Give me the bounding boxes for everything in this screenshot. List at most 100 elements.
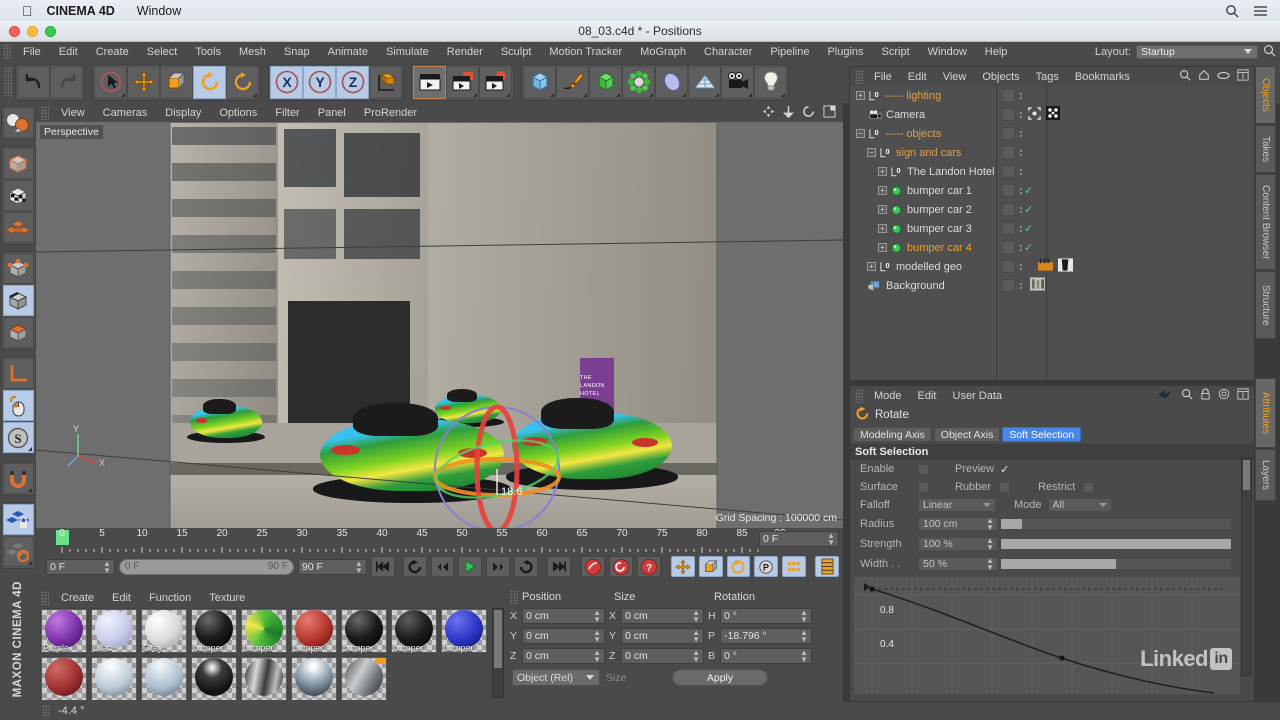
coordinate-grip-handle[interactable] bbox=[510, 590, 518, 604]
viewport-menu-panel[interactable]: Panel bbox=[309, 107, 355, 119]
menu-mesh[interactable]: Mesh bbox=[230, 46, 275, 58]
layout-dropdown[interactable]: Startup bbox=[1136, 44, 1258, 59]
material-swatch[interactable]: Lilac bbox=[90, 608, 138, 654]
stepper-icon[interactable]: ▲ ▼ bbox=[986, 557, 994, 572]
size-y-input[interactable]: 0 cm ▲ ▼ bbox=[621, 628, 704, 644]
menu-mograph[interactable]: MoGraph bbox=[631, 46, 695, 58]
expand-icon[interactable]: − bbox=[856, 129, 865, 138]
tab-object-axis[interactable]: Object Axis bbox=[933, 427, 1001, 442]
polygon-mode-icon[interactable] bbox=[2, 317, 34, 348]
rubber-checkbox[interactable] bbox=[999, 481, 1011, 493]
stepper-icon[interactable]: ▲ ▼ bbox=[827, 532, 835, 547]
lock-z-axis-button[interactable]: Z bbox=[336, 65, 369, 99]
axis-modify-icon[interactable] bbox=[2, 358, 34, 389]
rotate-gizmo[interactable]: 18.6 bbox=[427, 399, 567, 528]
expand-icon[interactable]: + bbox=[856, 91, 865, 100]
add-deformer-button[interactable] bbox=[622, 65, 655, 99]
menu-sculpt[interactable]: Sculpt bbox=[492, 46, 541, 58]
attribute-scrollbar[interactable] bbox=[1241, 458, 1252, 676]
search-icon[interactable] bbox=[1225, 4, 1239, 18]
visibility-dots[interactable] bbox=[1002, 146, 1015, 159]
menu-window[interactable]: Window bbox=[919, 46, 976, 58]
material-swatch[interactable]: bumper bbox=[240, 608, 288, 654]
object-row-objects[interactable]: − 0 ----- objects bbox=[850, 124, 1254, 143]
tag-check-icon[interactable]: ✓ bbox=[1024, 241, 1033, 254]
search-icon[interactable] bbox=[1179, 69, 1191, 84]
mode-dropdown[interactable]: All bbox=[1047, 498, 1112, 512]
material-swatch[interactable]: Grey bbox=[140, 608, 188, 654]
menu-help[interactable]: Help bbox=[976, 46, 1017, 58]
viewport-rotate-icon[interactable] bbox=[802, 105, 815, 121]
bumper-car-small-left[interactable] bbox=[187, 398, 265, 444]
side-tab-structure[interactable]: Structure bbox=[1255, 271, 1276, 339]
expand-icon[interactable] bbox=[1237, 69, 1249, 84]
stepper-icon[interactable]: ▲ ▼ bbox=[800, 629, 808, 644]
menu-simulate[interactable]: Simulate bbox=[377, 46, 438, 58]
add-light-button[interactable] bbox=[754, 65, 787, 99]
stepper-icon[interactable]: ▲ ▼ bbox=[986, 537, 994, 552]
object-row-lighting[interactable]: + 0 ----- lighting bbox=[850, 86, 1254, 105]
range-start-field[interactable]: 0 F ▲ ▼ bbox=[46, 558, 115, 575]
menu-render[interactable]: Render bbox=[438, 46, 492, 58]
viewport-3d-canvas[interactable]: THE LANDON HOTEL 18.6 Y X Perspective Gr… bbox=[36, 122, 843, 528]
strength-slider[interactable] bbox=[1000, 538, 1232, 550]
material-swatch[interactable] bbox=[140, 656, 188, 700]
menu-create[interactable]: Create bbox=[87, 46, 138, 58]
object-menu-file[interactable]: File bbox=[866, 71, 900, 83]
material-menu-function[interactable]: Function bbox=[140, 592, 200, 604]
expand-icon[interactable]: + bbox=[867, 262, 876, 271]
tag-check-icon[interactable]: ✓ bbox=[1024, 203, 1033, 216]
timeline-toggle-button[interactable] bbox=[815, 556, 840, 577]
step-forward-button[interactable] bbox=[486, 556, 511, 577]
visibility-dots[interactable] bbox=[1002, 184, 1015, 197]
control-center-icon[interactable] bbox=[1253, 5, 1268, 17]
stepper-icon[interactable]: ▲ ▼ bbox=[355, 559, 363, 574]
strength-input[interactable]: 100 % ▲ ▼ bbox=[918, 537, 998, 552]
object-menu-objects[interactable]: Objects bbox=[974, 71, 1027, 83]
stepper-icon[interactable]: ▲ ▼ bbox=[986, 517, 994, 532]
tag-check-icon[interactable]: ✓ bbox=[1024, 222, 1033, 235]
visibility-dots[interactable] bbox=[1002, 279, 1015, 292]
material-swatch[interactable]: bumper bbox=[190, 608, 238, 654]
keyframe-help-button[interactable]: ? bbox=[636, 556, 661, 577]
visibility-dots[interactable] bbox=[1002, 241, 1015, 254]
side-tab-objects[interactable]: Objects bbox=[1255, 66, 1276, 124]
object-row-camera[interactable]: Camera bbox=[850, 105, 1254, 124]
background-texture-tag-icon[interactable] bbox=[1030, 277, 1045, 294]
menu-edit[interactable]: Edit bbox=[50, 46, 87, 58]
render-view-button[interactable] bbox=[413, 65, 446, 99]
radius-input[interactable]: 100 cm ▲ ▼ bbox=[918, 517, 998, 532]
texture-axis-icon[interactable] bbox=[2, 180, 34, 211]
stepper-icon[interactable]: ▲ ▼ bbox=[593, 649, 601, 664]
back-navigation-icon[interactable] bbox=[1157, 389, 1174, 403]
timeline-ruler[interactable]: 0 5 10 15 20 25 30 35 40 45 50 55 60 65 … bbox=[46, 528, 839, 554]
attribute-menu-mode[interactable]: Mode bbox=[866, 390, 910, 402]
visibility-dots[interactable] bbox=[1002, 108, 1015, 121]
viewport-solo-icon[interactable] bbox=[2, 212, 34, 243]
menu-grip-handle[interactable] bbox=[3, 44, 11, 59]
apply-button[interactable]: Apply bbox=[672, 669, 768, 686]
position-y-input[interactable]: 0 cm ▲ ▼ bbox=[522, 628, 605, 644]
object-row-bumper-car-3[interactable]: + bumper car 3 ✓ bbox=[850, 219, 1254, 238]
key-scale-button[interactable] bbox=[698, 556, 723, 577]
menu-tools[interactable]: Tools bbox=[186, 46, 230, 58]
expand-icon[interactable]: + bbox=[878, 186, 887, 195]
object-menu-tags[interactable]: Tags bbox=[1028, 71, 1067, 83]
material-swatch[interactable] bbox=[90, 656, 138, 700]
material-swatch[interactable] bbox=[40, 656, 88, 700]
material-swatch[interactable] bbox=[340, 656, 388, 700]
live-selection-tool-button[interactable] bbox=[94, 65, 127, 99]
search-icon[interactable] bbox=[1181, 388, 1193, 403]
material-menu-create[interactable]: Create bbox=[52, 592, 103, 604]
object-tree-list[interactable]: + 0 ----- lighting Camera − 0 ----- obje… bbox=[850, 86, 1254, 380]
enable-checkbox[interactable] bbox=[918, 463, 929, 475]
snap-magnet-icon[interactable] bbox=[2, 463, 34, 494]
viewport-menu-prorender[interactable]: ProRender bbox=[355, 107, 426, 119]
add-camera-button[interactable] bbox=[721, 65, 754, 99]
visibility-dots[interactable] bbox=[1002, 203, 1015, 216]
object-row-sign-and-cars[interactable]: − 0 sign and cars bbox=[850, 143, 1254, 162]
expand-icon[interactable]: + bbox=[878, 205, 887, 214]
expand-icon[interactable]: + bbox=[878, 167, 887, 176]
stepper-icon[interactable]: ▲ ▼ bbox=[800, 649, 808, 664]
material-grip-handle[interactable] bbox=[41, 590, 49, 605]
